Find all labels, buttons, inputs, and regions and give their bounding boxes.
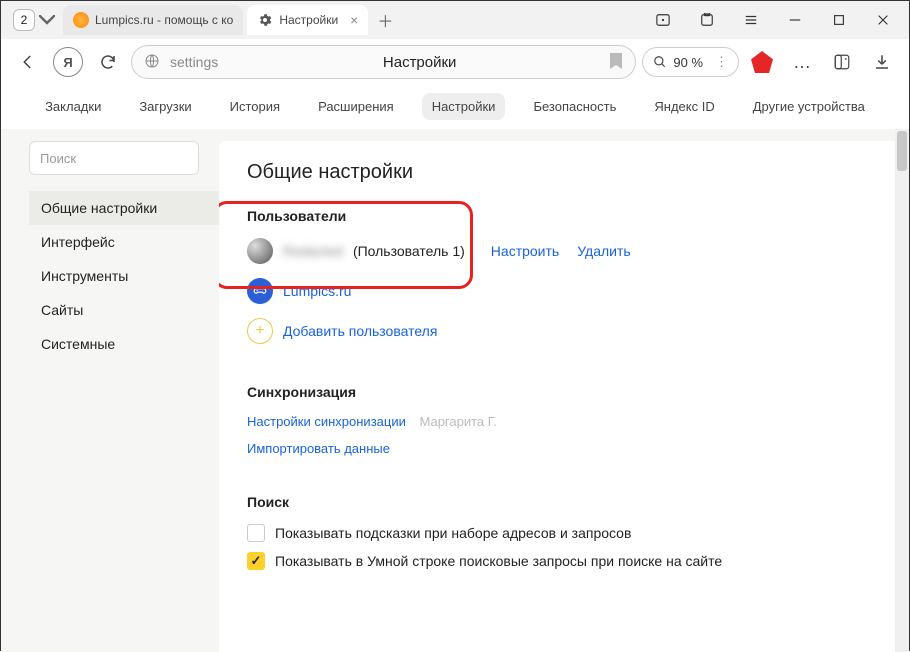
close-window-button[interactable] <box>861 1 905 39</box>
reload-button[interactable] <box>91 45 125 79</box>
magnifier-icon <box>653 55 667 69</box>
user-suffix: (Пользователь 1) <box>353 243 465 259</box>
tab-dropdown-icon[interactable] <box>39 9 55 31</box>
user-delete-link[interactable]: Удалить <box>577 243 630 259</box>
sidepanel-icon[interactable] <box>825 45 859 79</box>
downloads-icon[interactable] <box>865 45 899 79</box>
opt-smartline-label: Показывать в Умной строке поисковые запр… <box>275 553 722 569</box>
settings-topnav: Закладки Загрузки История Расширения Нас… <box>1 85 909 129</box>
user-name-hidden: Redacted <box>283 243 343 259</box>
section-users-title: Пользователи <box>247 208 881 224</box>
zoom-value: 90 % <box>673 55 703 70</box>
pip-icon[interactable] <box>641 1 685 39</box>
sidebar-general[interactable]: Общие настройки <box>29 191 219 225</box>
opt-suggestions-row[interactable]: Показывать подсказки при наборе адресов … <box>247 524 881 542</box>
address-bar[interactable]: settings Настройки <box>131 45 636 79</box>
new-tab-button[interactable]: ＋ <box>372 7 398 33</box>
menu-icon[interactable] <box>729 1 773 39</box>
tab-settings[interactable]: Настройки × <box>247 5 368 35</box>
tab-title: Настройки <box>279 13 338 27</box>
topnav-otherdevices[interactable]: Другие устройства <box>743 93 875 120</box>
user-primary-row: Redacted (Пользователь 1) Настроить Удал… <box>247 238 881 264</box>
heading-general: Общие настройки <box>247 161 881 184</box>
zoom-indicator[interactable]: 90 % ⋮ <box>642 47 739 77</box>
back-button[interactable] <box>11 45 45 79</box>
tab-count-badge[interactable]: 2 <box>13 9 35 31</box>
adblock-icon[interactable] <box>745 45 779 79</box>
topnav-bookmarks[interactable]: Закладки <box>35 93 111 120</box>
sidebar-tools[interactable]: Инструменты <box>29 259 219 293</box>
bookmark-icon[interactable] <box>609 53 623 72</box>
avatar <box>247 238 273 264</box>
main-panel: Общие настройки Пользователи Redacted (П… <box>219 141 909 652</box>
section-sync-title: Синхронизация <box>247 384 881 400</box>
user-configure-link[interactable]: Настроить <box>491 243 559 259</box>
content: Поиск Общие настройки Интерфейс Инструме… <box>1 129 909 652</box>
sync-account: Маргарита Г. <box>419 414 496 429</box>
topnav-security[interactable]: Безопасность <box>523 93 626 120</box>
settings-sidebar: Поиск Общие настройки Интерфейс Инструме… <box>1 129 211 652</box>
add-user-link: Добавить пользователя <box>283 323 437 339</box>
plus-icon: + <box>247 318 273 344</box>
more-icon[interactable]: … <box>785 45 819 79</box>
topnav-extensions[interactable]: Расширения <box>308 93 404 120</box>
close-icon[interactable]: × <box>350 12 358 28</box>
scrollbar-thumb[interactable] <box>897 131 907 171</box>
user-secondary-row[interactable]: Lumpics.ru <box>247 278 881 304</box>
extensions-icon[interactable] <box>685 1 729 39</box>
maximize-button[interactable] <box>817 1 861 39</box>
opt-suggestions-label: Показывать подсказки при наборе адресов … <box>275 525 631 541</box>
sync-settings-link[interactable]: Настройки синхронизации <box>247 414 406 429</box>
topnav-downloads[interactable]: Загрузки <box>129 93 201 120</box>
yandex-home-button[interactable]: Я <box>51 45 85 79</box>
opt-smartline-row[interactable]: Показывать в Умной строке поисковые запр… <box>247 552 881 570</box>
titlebar: 2 Lumpics.ru - помощь с ко Настройки × ＋ <box>1 1 909 39</box>
checkbox-unchecked[interactable] <box>247 524 265 542</box>
scrollbar[interactable] <box>895 129 909 652</box>
toolbar: Я settings Настройки 90 % ⋮ … <box>1 39 909 85</box>
add-user-row[interactable]: + Добавить пользователя <box>247 318 881 344</box>
sidebar-interface[interactable]: Интерфейс <box>29 225 219 259</box>
avatar-gamepad-icon <box>247 278 273 304</box>
zoom-menu-icon[interactable]: ⋮ <box>715 54 728 70</box>
import-data-link[interactable]: Импортировать данные <box>247 441 390 456</box>
minimize-button[interactable] <box>773 1 817 39</box>
topnav-yandexid[interactable]: Яндекс ID <box>644 93 724 120</box>
section-search-title: Поиск <box>247 494 881 510</box>
user-secondary-name: Lumpics.ru <box>283 283 351 299</box>
gear-icon <box>257 12 273 28</box>
search-input[interactable]: Поиск <box>29 141 199 175</box>
sidebar-sites[interactable]: Сайты <box>29 293 219 327</box>
page-title: Настройки <box>240 54 599 71</box>
topnav-settings[interactable]: Настройки <box>422 93 506 120</box>
topnav-history[interactable]: История <box>220 93 290 120</box>
tab-title: Lumpics.ru - помощь с ко <box>95 13 233 27</box>
tab-lumpics[interactable]: Lumpics.ru - помощь с ко <box>63 5 243 35</box>
sidebar-system[interactable]: Системные <box>29 327 219 361</box>
globe-icon <box>144 53 160 72</box>
favicon-lumpics <box>73 12 89 28</box>
checkbox-checked[interactable] <box>247 552 265 570</box>
